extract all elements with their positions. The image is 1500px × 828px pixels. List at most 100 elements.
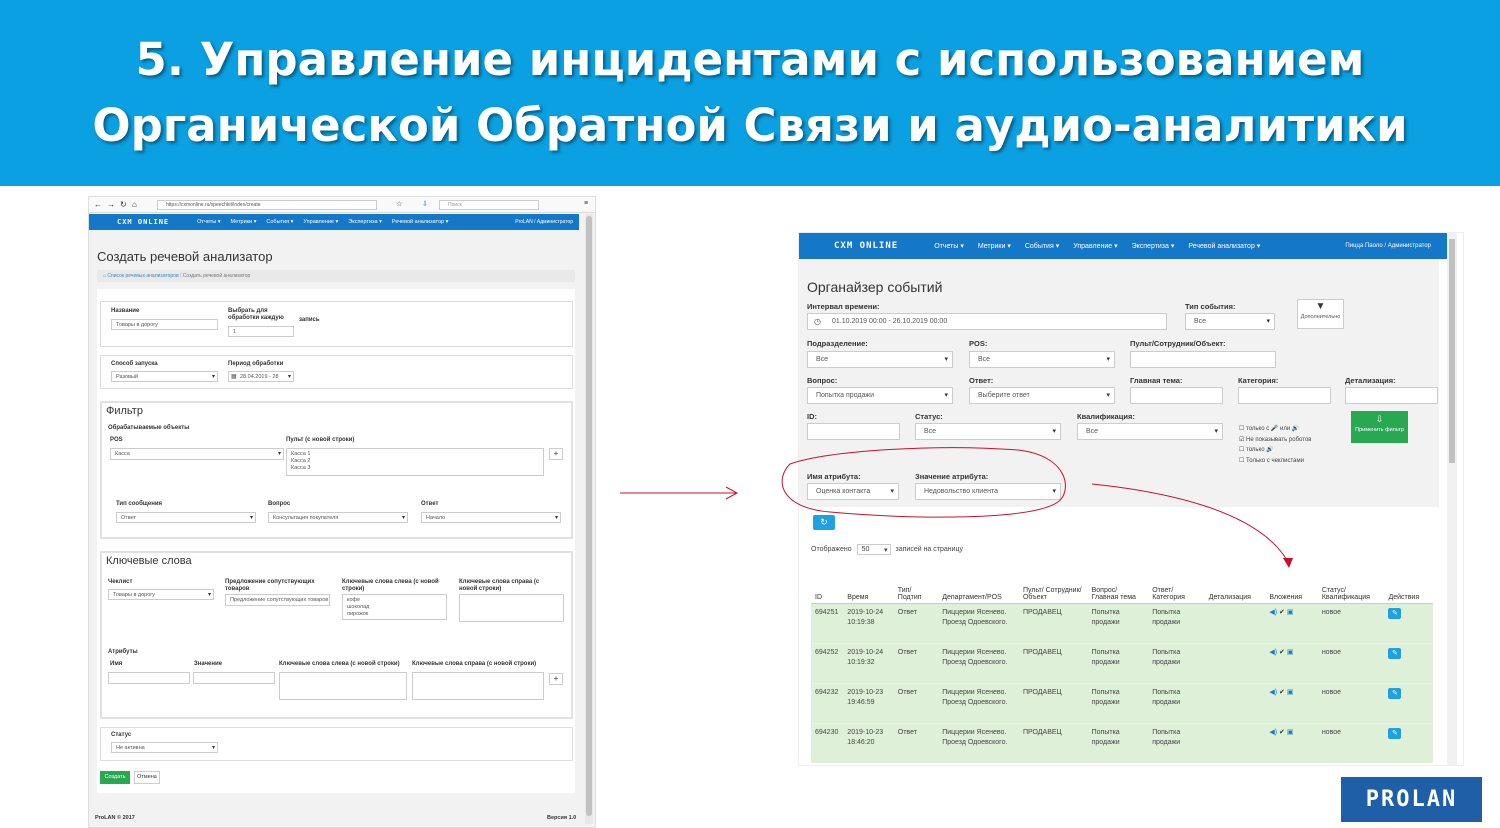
- navbar: CXM ONLINE Отчеты ▾ Метрики ▾ События ▾ …: [89, 214, 579, 230]
- name-input[interactable]: Товары в дорогу: [111, 319, 218, 330]
- nav-reports[interactable]: Отчеты ▾: [934, 242, 964, 250]
- topic-input[interactable]: [1130, 387, 1223, 404]
- create-button[interactable]: Создать: [100, 771, 130, 784]
- image-icon[interactable]: ▣: [1287, 729, 1294, 736]
- reload-icon[interactable]: ↻: [120, 200, 127, 209]
- pos-select[interactable]: Касса: [110, 448, 284, 460]
- scrollbar[interactable]: [585, 214, 593, 824]
- question-label: Вопрос:: [807, 376, 838, 385]
- answer-select[interactable]: Начало: [421, 512, 561, 523]
- download-icon[interactable]: ⇩: [422, 200, 428, 208]
- id-input[interactable]: [807, 423, 900, 440]
- home-icon[interactable]: ⌂: [132, 200, 137, 209]
- qual-select[interactable]: Все: [1077, 423, 1223, 440]
- kw-left-textarea[interactable]: кофе шоколад пирожок: [342, 594, 447, 620]
- edit-icon[interactable]: ✎: [1388, 607, 1402, 619]
- browser-toolbar: ← → ↻ ⌂ https://cxmonline.ru/speechkit/i…: [89, 197, 595, 213]
- nav-metrics[interactable]: Метрики ▾: [978, 242, 1011, 250]
- pos-select[interactable]: Все: [969, 351, 1115, 368]
- nav-user[interactable]: ProLAN / Администратор: [515, 219, 573, 225]
- category-input[interactable]: [1238, 387, 1331, 404]
- nav-speech-analyzer[interactable]: Речевой анализатор ▾: [392, 219, 449, 225]
- staff-input[interactable]: [1130, 351, 1276, 368]
- breadcrumb-link[interactable]: Список речевых анализаторов: [107, 273, 178, 279]
- image-icon[interactable]: ▣: [1287, 649, 1294, 656]
- nav-reports[interactable]: Отчеты ▾: [197, 219, 220, 225]
- nav-expertise[interactable]: Экспертиза ▾: [1132, 242, 1175, 250]
- interval-label: Интервал времени:: [807, 302, 880, 311]
- id-label: ID:: [807, 412, 817, 421]
- table-row[interactable]: 694252 2019-10-24 10:19:32 Ответ Пиццерии Я…: [811, 642, 1433, 683]
- status-label: Статус: [111, 732, 132, 738]
- cell-answer: Попытка продажи: [1148, 722, 1205, 763]
- nav-speech-analyzer[interactable]: Речевой анализатор ▾: [1188, 242, 1260, 250]
- app-logo: CXM ONLINE: [834, 241, 899, 251]
- table-row[interactable]: 694230 2019-10-23 18:46:20 Ответ Пиццерии Я…: [811, 722, 1433, 763]
- checkbox-with-media[interactable]: ☐ только с 🎤 или 🔊: [1239, 424, 1311, 435]
- detail-input[interactable]: [1345, 387, 1438, 404]
- evtype-select[interactable]: Все: [1185, 313, 1275, 330]
- image-icon[interactable]: ▣: [1287, 689, 1294, 696]
- nav-management[interactable]: Управление ▾: [303, 219, 338, 225]
- period-input[interactable]: ▦ 28.04.2019 - 28: [228, 371, 294, 382]
- menu-icon[interactable]: ≡: [584, 200, 588, 207]
- every-input[interactable]: 1: [228, 326, 294, 337]
- question-select[interactable]: Консультация покупателя: [268, 512, 408, 523]
- status-select[interactable]: Не активна: [111, 742, 218, 753]
- attr-value-input[interactable]: [193, 672, 275, 684]
- attr-kw-left-textarea[interactable]: [279, 672, 407, 700]
- audio-icon[interactable]: ◀): [1269, 609, 1277, 616]
- more-button[interactable]: ▼ Дополнительно: [1297, 299, 1344, 329]
- cell-status: новое: [1317, 642, 1385, 683]
- checklist-select[interactable]: Товары в дорогу: [108, 589, 214, 600]
- more-label: Дополнительно: [1300, 314, 1341, 320]
- interval-input[interactable]: ◷ 01.10.2019 00:00 - 26.10.2019 00:00: [807, 313, 1167, 330]
- attr-kw-right-textarea[interactable]: [412, 672, 544, 700]
- cell-status: новое: [1317, 602, 1385, 643]
- browser-search[interactable]: Поиск: [439, 200, 539, 210]
- navbar: CXM ONLINE Отчеты ▾ Метрики ▾ События ▾ …: [799, 233, 1447, 259]
- scrollbar[interactable]: [1447, 233, 1457, 765]
- bookmark-icon[interactable]: ☆: [396, 200, 402, 208]
- cell-object: ПРОДАВЕЦ: [1018, 682, 1088, 723]
- nav-user[interactable]: Пицца Паоло / Администратор: [1345, 243, 1431, 249]
- nav-metrics[interactable]: Метрики ▾: [230, 219, 256, 225]
- add-attr-button[interactable]: +: [549, 673, 563, 685]
- status-select[interactable]: Все: [915, 423, 1061, 440]
- image-icon[interactable]: ▣: [1287, 609, 1294, 616]
- msgtype-select[interactable]: Ответ: [116, 512, 256, 523]
- answer-select[interactable]: Выберите ответ: [969, 387, 1115, 404]
- annotation-overlay: [781, 447, 1293, 568]
- audio-icon[interactable]: ◀): [1269, 729, 1277, 736]
- table-row[interactable]: 694251 2019-10-24 10:19:38 Ответ Пиццерии Я…: [811, 602, 1433, 643]
- launch-select[interactable]: Разовый: [111, 371, 218, 382]
- section-launch: Способ запуска Разовый Период обработки …: [100, 355, 573, 389]
- audio-icon[interactable]: ◀): [1269, 649, 1277, 656]
- address-bar[interactable]: https://cxmonline.ru/speechkit/index/cre…: [157, 200, 377, 210]
- cancel-button[interactable]: Отмена: [134, 771, 160, 784]
- cell-attachments: ◀) ✔ ▣: [1265, 722, 1318, 763]
- add-button[interactable]: +: [549, 448, 563, 460]
- attr-name-input[interactable]: [108, 672, 190, 684]
- keyword-line: шоколад: [347, 604, 370, 610]
- consoles-textarea[interactable]: Касса 1 Касса 2 Касса 3: [286, 448, 544, 476]
- nav-events[interactable]: События ▾: [266, 219, 293, 225]
- back-icon[interactable]: ←: [94, 200, 102, 209]
- audio-icon[interactable]: ◀): [1269, 689, 1277, 696]
- edit-icon[interactable]: ✎: [1388, 727, 1402, 739]
- question-select[interactable]: Попытка продажи: [807, 387, 953, 404]
- edit-icon[interactable]: ✎: [1388, 647, 1402, 659]
- dept-select[interactable]: Все: [807, 351, 953, 368]
- nav-management[interactable]: Управление ▾: [1073, 242, 1117, 250]
- apply-filter-button[interactable]: ⇩ Применить фильтр: [1351, 411, 1408, 443]
- check-icon: ✔: [1278, 648, 1285, 656]
- forward-icon[interactable]: →: [107, 200, 115, 209]
- edit-icon[interactable]: ✎: [1388, 687, 1402, 699]
- kw-right-textarea[interactable]: [459, 594, 564, 622]
- table-row[interactable]: 694232 2019-10-23 19:46:59 Ответ Пиццерии Я…: [811, 682, 1433, 723]
- attrs-label: Атрибуты: [108, 649, 138, 655]
- nav-expertise[interactable]: Экспертиза ▾: [348, 219, 382, 225]
- upsell-input[interactable]: Предложение сопутствующих товаров: [225, 594, 330, 606]
- col-status[interactable]: Статус/ Квалификация: [1317, 563, 1385, 604]
- nav-events[interactable]: События ▾: [1025, 242, 1059, 250]
